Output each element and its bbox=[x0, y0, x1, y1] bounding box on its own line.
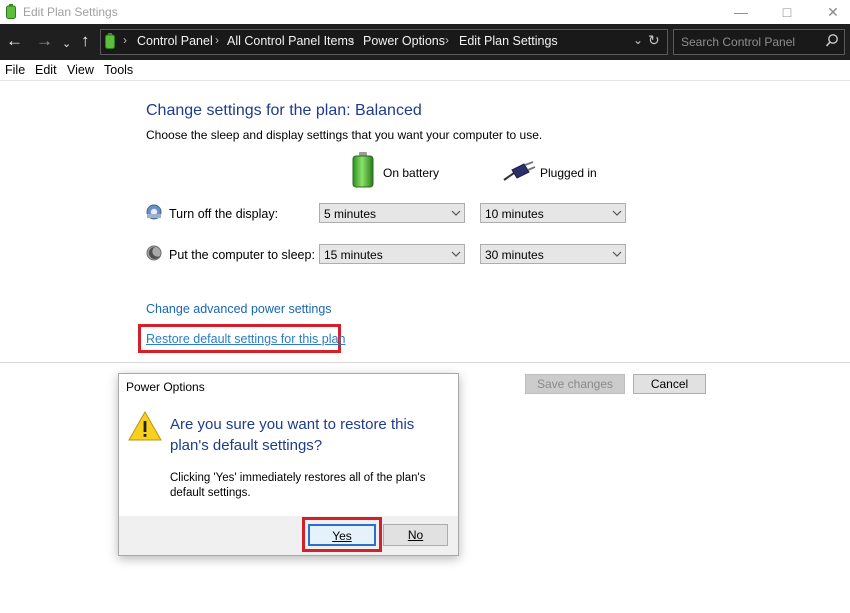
sleep-label: Put the computer to sleep: bbox=[169, 248, 315, 262]
address-toolbar: ← → ⌄ ↑ › Control Panel › All Control Pa… bbox=[0, 24, 850, 60]
battery-icon bbox=[105, 33, 115, 49]
chevron-down-icon bbox=[451, 251, 461, 257]
back-arrow-icon[interactable]: ← bbox=[6, 31, 23, 51]
close-button[interactable]: ✕ bbox=[810, 0, 850, 24]
forward-arrow-icon[interactable]: → bbox=[36, 31, 53, 51]
dialog-detail-text: Clicking 'Yes' immediately restores all … bbox=[170, 472, 426, 499]
chevron-down-icon bbox=[612, 210, 622, 216]
turn-off-display-label: Turn off the display: bbox=[169, 207, 279, 221]
on-battery-column-label: On battery bbox=[383, 166, 440, 180]
breadcrumb-separator-icon: › bbox=[123, 33, 127, 47]
sleep-plugged-value: 30 minutes bbox=[485, 248, 544, 262]
minimize-button[interactable]: — bbox=[718, 0, 764, 24]
breadcrumb-control-panel[interactable]: Control Panel bbox=[137, 34, 213, 48]
display-icon bbox=[146, 204, 162, 220]
cancel-button[interactable]: Cancel bbox=[633, 374, 706, 394]
no-button[interactable]: No bbox=[383, 524, 448, 546]
display-plugged-value: 10 minutes bbox=[485, 207, 544, 221]
search-icon[interactable] bbox=[825, 33, 839, 49]
breadcrumb-separator-icon: › bbox=[445, 33, 449, 47]
page-subtitle: Choose the sleep and display settings th… bbox=[146, 128, 543, 142]
chevron-down-icon bbox=[451, 210, 461, 216]
chevron-down-icon bbox=[612, 251, 622, 257]
menu-edit[interactable]: Edit bbox=[35, 63, 57, 77]
display-battery-value: 5 minutes bbox=[324, 207, 377, 221]
breadcrumb-power-options[interactable]: Power Options bbox=[363, 34, 445, 48]
recent-locations-chevron-icon[interactable]: ⌄ bbox=[62, 34, 71, 54]
breadcrumb-edit-plan[interactable]: Edit Plan Settings bbox=[459, 34, 558, 48]
battery-icon bbox=[6, 4, 16, 19]
sleep-battery-select[interactable]: 15 minutes bbox=[319, 244, 465, 264]
plugged-in-column-label: Plugged in bbox=[540, 166, 597, 180]
power-options-dialog: Power Options Are you sure you want to r… bbox=[118, 373, 459, 556]
save-changes-button[interactable]: Save changes bbox=[525, 374, 625, 394]
restore-defaults-link[interactable]: Restore default settings for this plan bbox=[146, 332, 345, 346]
display-battery-select[interactable]: 5 minutes bbox=[319, 203, 465, 223]
sleep-icon bbox=[146, 245, 162, 261]
display-plugged-select[interactable]: 10 minutes bbox=[480, 203, 626, 223]
dialog-footer: Yes No bbox=[119, 516, 458, 555]
divider bbox=[0, 362, 850, 363]
menu-view[interactable]: View bbox=[67, 63, 94, 77]
advanced-settings-link[interactable]: Change advanced power settings bbox=[146, 302, 332, 316]
search-placeholder: Search Control Panel bbox=[681, 35, 796, 49]
breadcrumb-separator-icon: › bbox=[350, 33, 354, 47]
up-arrow-icon[interactable]: ↑ bbox=[81, 31, 90, 51]
page-title: Change settings for the plan: Balanced bbox=[146, 102, 422, 119]
menu-tools[interactable]: Tools bbox=[104, 63, 133, 77]
menu-bar: File Edit View Tools bbox=[0, 60, 850, 81]
plug-icon bbox=[503, 161, 536, 181]
yes-button[interactable]: Yes bbox=[308, 524, 376, 546]
refresh-icon[interactable]: ↻ bbox=[648, 32, 660, 49]
menu-file[interactable]: File bbox=[5, 63, 25, 77]
title-bar: Edit Plan Settings — □ ✕ bbox=[0, 0, 850, 24]
maximize-button[interactable]: □ bbox=[764, 0, 810, 24]
search-input[interactable]: Search Control Panel bbox=[673, 29, 845, 55]
breadcrumb-all-items[interactable]: All Control Panel Items bbox=[227, 34, 354, 48]
dialog-title: Power Options bbox=[126, 380, 205, 394]
breadcrumb-separator-icon: › bbox=[215, 33, 219, 47]
address-dropdown-icon[interactable]: ⌄ bbox=[633, 33, 643, 47]
dialog-main-instruction: Are you sure you want to restore this pl… bbox=[170, 416, 415, 454]
window-title: Edit Plan Settings bbox=[23, 5, 118, 19]
address-box[interactable]: › Control Panel › All Control Panel Item… bbox=[100, 29, 668, 55]
sleep-battery-value: 15 minutes bbox=[324, 248, 383, 262]
warning-icon bbox=[128, 411, 162, 441]
sleep-plugged-select[interactable]: 30 minutes bbox=[480, 244, 626, 264]
battery-icon bbox=[352, 152, 374, 188]
